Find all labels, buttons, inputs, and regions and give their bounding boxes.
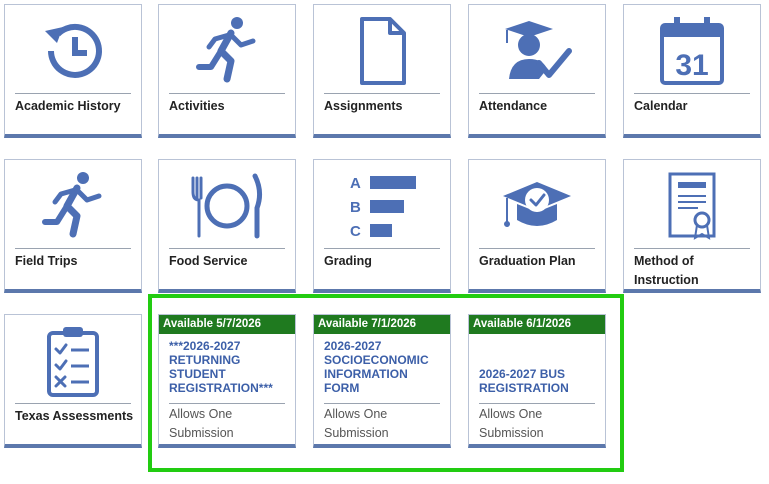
grade-letter-c: C <box>350 223 361 240</box>
tile-field-trips[interactable]: Field Trips <box>4 159 142 293</box>
divider <box>634 248 750 249</box>
divider <box>15 403 131 404</box>
graduate-check-icon <box>469 11 605 91</box>
tile-label: Texas Assessments <box>15 409 134 423</box>
tile-attendance[interactable]: Attendance <box>468 4 606 138</box>
tile-label: Graduation Plan <box>479 254 576 268</box>
tile-label: Calendar <box>634 99 688 113</box>
tile-label: Method of Instruction <box>634 254 699 287</box>
tile-label: Assignments <box>324 99 403 113</box>
tile-method-of-instruction[interactable]: Method of Instruction <box>623 159 761 293</box>
tile-label: Field Trips <box>15 254 78 268</box>
tile-label: Food Service <box>169 254 248 268</box>
tile-label: Academic History <box>15 99 121 113</box>
tile-calendar[interactable]: 31 Calendar <box>623 4 761 138</box>
tile-grading[interactable]: A B C Grading <box>313 159 451 293</box>
running-person-icon <box>5 166 141 246</box>
divider <box>324 248 440 249</box>
highlight-box <box>148 294 624 472</box>
tile-graduation-plan[interactable]: Graduation Plan <box>468 159 606 293</box>
divider <box>15 93 131 94</box>
divider <box>324 93 440 94</box>
tile-food-service[interactable]: Food Service <box>158 159 296 293</box>
grade-letter-b: B <box>350 199 361 216</box>
tile-academic-history[interactable]: Academic History <box>4 4 142 138</box>
tile-texas-assessments[interactable]: Texas Assessments <box>4 314 142 448</box>
grade-letter-a: A <box>350 175 361 192</box>
mortarboard-check-icon <box>469 166 605 246</box>
document-icon <box>314 11 450 91</box>
divider <box>479 93 595 94</box>
divider <box>169 93 285 94</box>
clipboard-checklist-icon <box>5 321 141 401</box>
divider <box>479 248 595 249</box>
divider <box>15 248 131 249</box>
certificate-icon <box>624 166 760 246</box>
tile-label: Attendance <box>479 99 548 113</box>
divider <box>169 248 285 249</box>
running-person-icon <box>159 11 295 91</box>
tile-label: Activities <box>169 99 225 113</box>
history-icon <box>5 11 141 91</box>
tile-activities[interactable]: Activities <box>158 4 296 138</box>
plate-fork-knife-icon <box>159 166 295 246</box>
tile-assignments[interactable]: Assignments <box>313 4 451 138</box>
tile-label: Grading <box>324 254 372 268</box>
divider <box>634 93 750 94</box>
grade-bars-icon: A B C <box>314 166 450 246</box>
calendar-icon: 31 <box>624 11 760 91</box>
calendar-day: 31 <box>675 49 708 82</box>
